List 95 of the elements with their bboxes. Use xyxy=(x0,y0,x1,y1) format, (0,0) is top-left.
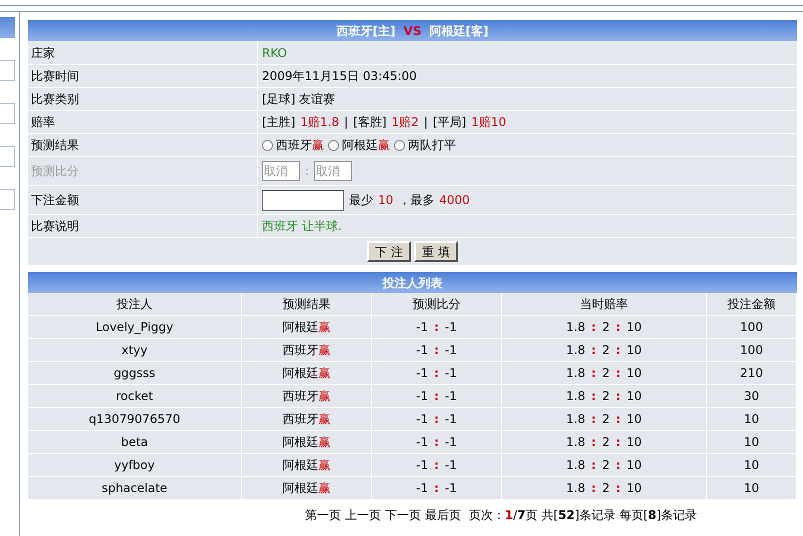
field-label: 比赛类别 xyxy=(31,91,79,108)
table-cell-text: 100 xyxy=(740,319,763,336)
table-cell-text: -1 : -1 xyxy=(416,434,457,451)
table-cell-text: -1 : -1 xyxy=(416,388,457,405)
table-cell-text: 10 xyxy=(744,411,760,428)
sidebar-item[interactable] xyxy=(0,146,15,167)
column-header: 投注人 xyxy=(28,293,242,315)
radio-button[interactable] xyxy=(394,140,405,150)
option-text: 阿根廷 xyxy=(342,137,378,154)
radio-button[interactable] xyxy=(262,140,273,150)
value-text: 4000 xyxy=(439,192,470,209)
value-text: | xyxy=(344,114,348,131)
column-header: 预测比分 xyxy=(372,293,502,315)
table-cell-text: -1 : -1 xyxy=(416,365,457,382)
team-title: 西班牙[主] xyxy=(336,22,396,40)
value-text: [平局] xyxy=(432,114,466,131)
value-text: [足球] 友谊赛 xyxy=(262,91,336,108)
field-label: 比赛时间 xyxy=(31,68,79,85)
table-cell-text: 210 xyxy=(740,365,763,382)
sidebar-item[interactable] xyxy=(0,189,15,210)
table-cell-text: 10 xyxy=(744,434,760,451)
table-cell-text: 1.8 : 2 : 10 xyxy=(566,388,642,405)
table-cell-text: 西班牙赢 xyxy=(282,388,330,405)
table-cell-text: sphacelate xyxy=(102,480,168,497)
table-cell-text: 西班牙赢 xyxy=(282,342,330,359)
field-label: 赔率 xyxy=(31,114,55,131)
table-cell-text: xtyy xyxy=(121,342,148,359)
option-text: 西班牙 xyxy=(276,137,312,154)
table-cell-text: gggsss xyxy=(114,365,156,382)
value-text: 1赔10 xyxy=(471,114,506,131)
value-text: 2009年11月15日 03:45:00 xyxy=(262,68,417,85)
table-cell-text: 1.8 : 2 : 10 xyxy=(566,342,642,359)
radio-button[interactable] xyxy=(328,140,339,150)
table-cell-text: 1.8 : 2 : 10 xyxy=(566,457,642,474)
value-text: 1赔1.8 xyxy=(300,114,340,131)
field-label: 预测比分 xyxy=(31,163,79,180)
column-header: 投注金额 xyxy=(707,293,797,315)
value-text: | xyxy=(424,114,428,131)
table-cell-text: 阿根廷赢 xyxy=(282,365,330,382)
table-cell-text: 阿根廷赢 xyxy=(282,319,330,336)
value-text: 1赔2 xyxy=(392,114,419,131)
table-cell-text: 1.8 : 2 : 10 xyxy=(566,319,642,336)
column-header: 当时赔率 xyxy=(502,293,707,315)
table-cell-text: 30 xyxy=(744,388,760,405)
value-text: [客胜] xyxy=(353,114,387,131)
table-cell-text: 100 xyxy=(740,342,763,359)
form-button[interactable]: 重 填 xyxy=(414,241,458,262)
table-cell-text: 阿根廷赢 xyxy=(282,434,330,451)
value-text: 最少 xyxy=(349,192,373,209)
table-cell-text: 1.8 : 2 : 10 xyxy=(566,434,642,451)
value-text: 10 xyxy=(378,192,394,209)
page-info: 页次：1/7页 共[52]条记录 每页[8]条记录 xyxy=(468,507,697,524)
pager-link[interactable]: 上一页 xyxy=(344,506,381,524)
option-text: 赢 xyxy=(312,137,324,154)
field-label: 下注金额 xyxy=(31,192,79,209)
table-cell-text: Lovely_Piggy xyxy=(96,319,174,336)
team-title: 阿根廷[客] xyxy=(429,22,488,40)
separator-text: : xyxy=(305,163,310,180)
sidebar-item[interactable] xyxy=(0,103,15,124)
table-cell-text: beta xyxy=(120,434,148,451)
field-label: 庄家 xyxy=(31,45,55,62)
sidebar-item[interactable] xyxy=(0,17,15,38)
table-cell-text: 1.8 : 2 : 10 xyxy=(566,411,642,428)
table-cell-text: 西班牙赢 xyxy=(282,411,330,428)
pager-link[interactable]: 第一页 xyxy=(304,506,341,524)
table-cell-text: q13079076570 xyxy=(88,411,180,428)
table-cell-text: 1.8 : 2 : 10 xyxy=(566,480,642,497)
value-text: 西班牙 让半球. xyxy=(262,218,342,235)
table-cell-text: 1.8 : 2 : 10 xyxy=(566,365,642,382)
option-text: 赢 xyxy=(378,137,390,154)
option-text: 两队打平 xyxy=(408,137,456,154)
table-cell-text: yyfboy xyxy=(114,457,155,474)
amount-field[interactable] xyxy=(262,190,344,210)
sidebar-item[interactable] xyxy=(0,60,15,81)
form-button[interactable]: 下 注 xyxy=(367,241,411,262)
value-text: [主胜] xyxy=(262,114,296,131)
table-cell-text: -1 : -1 xyxy=(416,342,457,359)
list-title: 投注人列表 xyxy=(28,272,797,293)
table-cell-text: -1 : -1 xyxy=(416,480,457,497)
table-cell-text: 阿根廷赢 xyxy=(282,457,330,474)
column-header: 预测结果 xyxy=(242,293,372,315)
value-text: ，最多 xyxy=(398,192,434,209)
table-cell-text: 10 xyxy=(744,457,760,474)
table-cell-text: 10 xyxy=(744,480,760,497)
pager-link[interactable]: 下一页 xyxy=(384,506,421,524)
table-cell-text: rocket xyxy=(116,388,154,405)
value-text: RKO xyxy=(262,45,287,62)
field-label: 比赛说明 xyxy=(31,218,79,235)
table-cell-text: 阿根廷赢 xyxy=(282,480,330,497)
field-label: 预测结果 xyxy=(31,137,79,154)
pager-link[interactable]: 最后页 xyxy=(424,506,461,524)
table-cell-text: -1 : -1 xyxy=(416,457,457,474)
table-cell-text: -1 : -1 xyxy=(416,411,457,428)
table-cell-text: -1 : -1 xyxy=(416,319,457,336)
vs-text: VS xyxy=(404,22,422,40)
